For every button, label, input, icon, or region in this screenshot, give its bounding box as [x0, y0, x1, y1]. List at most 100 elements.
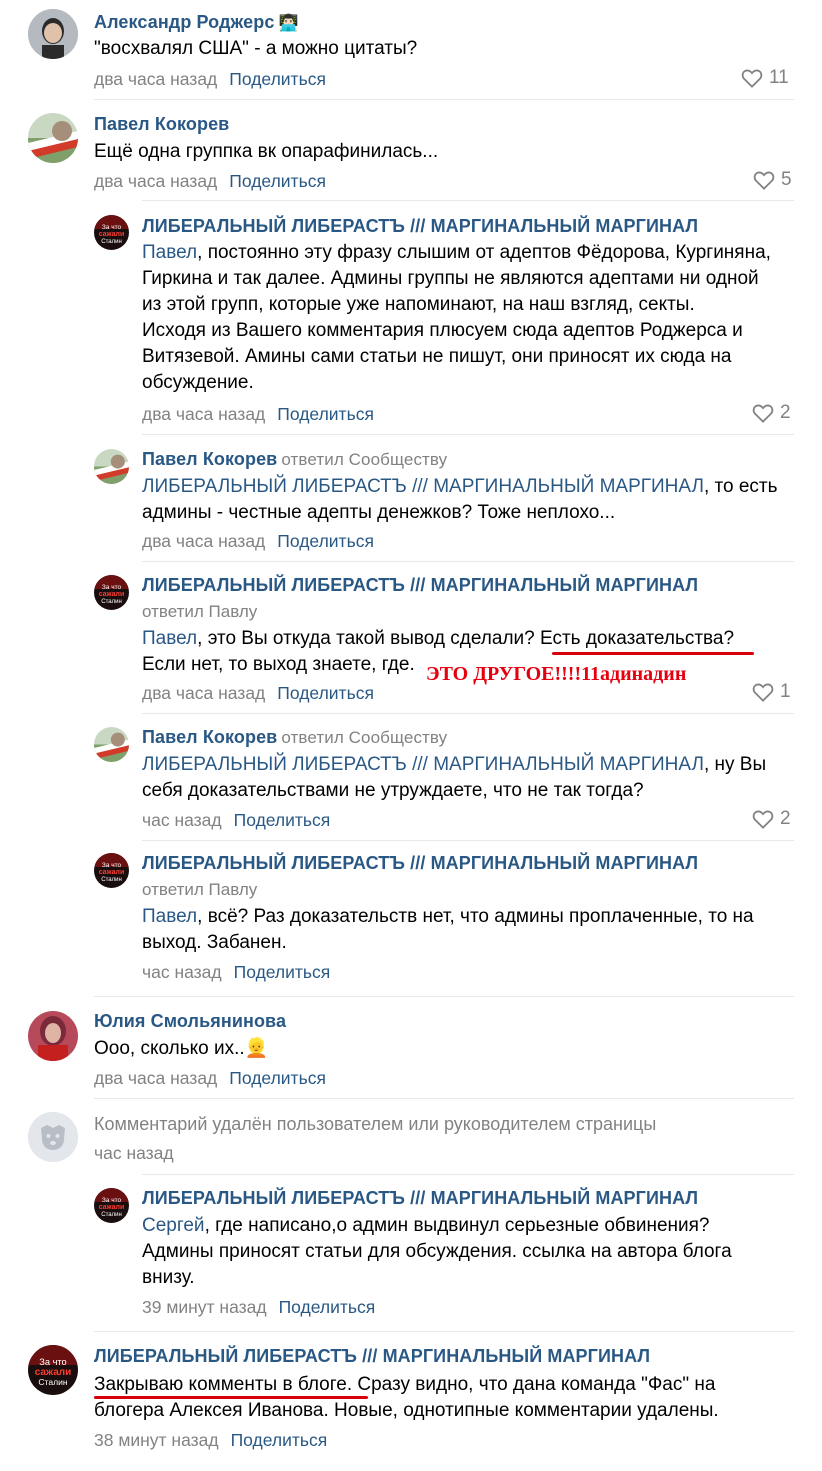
author-emoji: 👨🏻‍💻: [278, 15, 299, 32]
avatar[interactable]: [28, 9, 78, 59]
comment-meta: два часа назад Поделиться: [142, 683, 374, 704]
author-name[interactable]: Павел Кокорев ответил Сообществу: [142, 449, 447, 470]
share-link[interactable]: Поделиться: [277, 531, 374, 551]
like-count: 5: [781, 169, 792, 190]
svg-text:сажали: сажали: [99, 591, 125, 598]
author-name[interactable]: Александр Роджерс 👨🏻‍💻: [94, 12, 299, 33]
like-button[interactable]: 2: [752, 402, 791, 424]
author-name[interactable]: ЛИБЕРАЛЬНЫЙ ЛИБЕРАСТЪ /// МАРГИНАЛЬНЫЙ М…: [142, 575, 698, 596]
separator: [94, 99, 794, 100]
comment-meta: два часа назад Поделиться: [142, 404, 374, 425]
reply-to-label[interactable]: ответил Сообществу: [281, 450, 447, 469]
comment-meta: два часа назад Поделиться: [94, 1068, 326, 1089]
deleted-user-avatar: [28, 1112, 78, 1162]
avatar[interactable]: [28, 1011, 78, 1061]
author-name[interactable]: Юлия Смольянинова: [94, 1011, 286, 1032]
share-link[interactable]: Поделиться: [229, 171, 326, 191]
timestamp[interactable]: два часа назад: [94, 69, 217, 89]
svg-text:За что: За что: [102, 584, 122, 591]
separator: [94, 996, 794, 997]
like-button[interactable]: 5: [753, 169, 792, 191]
timestamp[interactable]: 38 минут назад: [94, 1430, 219, 1450]
avatar[interactable]: [94, 727, 129, 762]
comment-meta: 39 минут назад Поделиться: [142, 1297, 375, 1318]
share-link[interactable]: Поделиться: [277, 404, 374, 424]
comment-text: Сергей, где написано,о админ выдвинул се…: [142, 1215, 732, 1288]
timestamp[interactable]: два часа назад: [94, 1068, 217, 1088]
timestamp[interactable]: час назад: [142, 810, 222, 830]
mention-link[interactable]: Павел: [142, 906, 197, 927]
mention-link[interactable]: Павел: [142, 242, 197, 263]
heart-outline-icon: [753, 171, 775, 190]
mention-link[interactable]: ЛИБЕРАЛЬНЫЙ ЛИБЕРАСТЪ /// МАРГИНАЛЬНЫЙ М…: [142, 476, 704, 497]
separator: [142, 840, 794, 841]
like-count: 11: [769, 67, 789, 88]
heart-outline-icon: [752, 810, 774, 829]
timestamp[interactable]: два часа назад: [142, 531, 265, 551]
svg-text:сажали: сажали: [99, 231, 125, 238]
dog-head-icon: [28, 1112, 78, 1162]
timestamp[interactable]: 39 минут назад: [142, 1297, 267, 1317]
red-underline-mark: [552, 652, 754, 655]
svg-text:За что: За что: [102, 862, 122, 869]
author-name[interactable]: ЛИБЕРАЛЬНЫЙ ЛИБЕРАСТЪ /// МАРГИНАЛЬНЫЙ М…: [142, 1188, 698, 1209]
author-name[interactable]: ЛИБЕРАЛЬНЫЙ ЛИБЕРАСТЪ /// МАРГИНАЛЬНЫЙ М…: [142, 853, 698, 874]
mention-link[interactable]: Сергей: [142, 1215, 205, 1236]
svg-text:За что: За что: [39, 1357, 66, 1367]
share-link[interactable]: Поделиться: [231, 1430, 328, 1450]
community-avatar[interactable]: За что сажали Сталин: [94, 575, 129, 610]
timestamp[interactable]: час назад: [142, 962, 222, 982]
timestamp[interactable]: два часа назад: [142, 404, 265, 424]
timestamp[interactable]: два часа назад: [94, 171, 217, 191]
timestamp[interactable]: два часа назад: [142, 683, 265, 703]
comment-meta: два часа назад Поделиться: [142, 531, 374, 552]
like-count: 1: [780, 681, 791, 702]
red-underline-mark: [94, 1396, 368, 1399]
heart-outline-icon: [752, 683, 774, 702]
comment-text: "восхвалял США" - а можно цитаты?: [94, 38, 418, 59]
separator: [142, 200, 794, 201]
share-link[interactable]: Поделиться: [279, 1297, 376, 1317]
separator: [142, 713, 794, 714]
share-link[interactable]: Поделиться: [277, 683, 374, 703]
community-avatar[interactable]: За что сажали Сталин: [28, 1345, 78, 1395]
separator: [94, 1331, 794, 1332]
reply-to-label[interactable]: ответил Сообществу: [281, 728, 447, 747]
author-name[interactable]: Павел Кокорев ответил Сообществу: [142, 727, 447, 748]
avatar[interactable]: [94, 449, 129, 484]
svg-text:сажали: сажали: [99, 1204, 125, 1211]
separator: [94, 1098, 794, 1099]
timestamp[interactable]: час назад: [94, 1143, 174, 1164]
like-count: 2: [780, 402, 791, 423]
community-avatar[interactable]: За что сажали Сталин: [94, 215, 129, 250]
svg-text:Сталин: Сталин: [101, 599, 122, 605]
svg-text:Сталин: Сталин: [101, 1212, 122, 1218]
svg-text:За что: За что: [102, 224, 122, 231]
comments-page: Александр Роджерс 👨🏻‍💻 "восхвалял США" - …: [0, 0, 822, 1471]
comment-meta: два часа назад Поделиться: [94, 69, 326, 90]
avatar[interactable]: [28, 113, 78, 163]
author-name[interactable]: ЛИБЕРАЛЬНЫЙ ЛИБЕРАСТЪ /// МАРГИНАЛЬНЫЙ М…: [94, 1346, 650, 1367]
share-link[interactable]: Поделиться: [229, 69, 326, 89]
community-avatar[interactable]: За что сажали Сталин: [94, 853, 129, 888]
mention-link[interactable]: ЛИБЕРАЛЬНЫЙ ЛИБЕРАСТЪ /// МАРГИНАЛЬНЫЙ М…: [142, 754, 704, 775]
community-avatar[interactable]: За что сажали Сталин: [94, 1188, 129, 1223]
svg-text:За что: За что: [102, 1197, 122, 1204]
like-button[interactable]: 2: [752, 808, 791, 830]
comment-meta: 38 минут назад Поделиться: [94, 1430, 327, 1451]
comment-meta: час назад Поделиться: [142, 962, 330, 983]
svg-text:Сталин: Сталин: [101, 877, 122, 883]
like-button[interactable]: 1: [752, 681, 791, 703]
reply-to-label[interactable]: ответил Павлу: [142, 880, 257, 900]
author-name[interactable]: ЛИБЕРАЛЬНЫЙ ЛИБЕРАСТЪ /// МАРГИНАЛЬНЫЙ М…: [142, 216, 698, 237]
red-annotation-text: ЭТО ДРУГОЕ!!!!11адинадин: [426, 663, 687, 685]
share-link[interactable]: Поделиться: [234, 810, 331, 830]
like-button[interactable]: 11: [741, 67, 789, 89]
reply-to-label[interactable]: ответил Павлу: [142, 602, 257, 622]
share-link[interactable]: Поделиться: [229, 1068, 326, 1088]
share-link[interactable]: Поделиться: [234, 962, 331, 982]
like-count: 2: [780, 808, 791, 829]
author-name[interactable]: Павел Кокорев: [94, 114, 229, 135]
separator: [142, 434, 794, 435]
mention-link[interactable]: Павел: [142, 628, 197, 649]
